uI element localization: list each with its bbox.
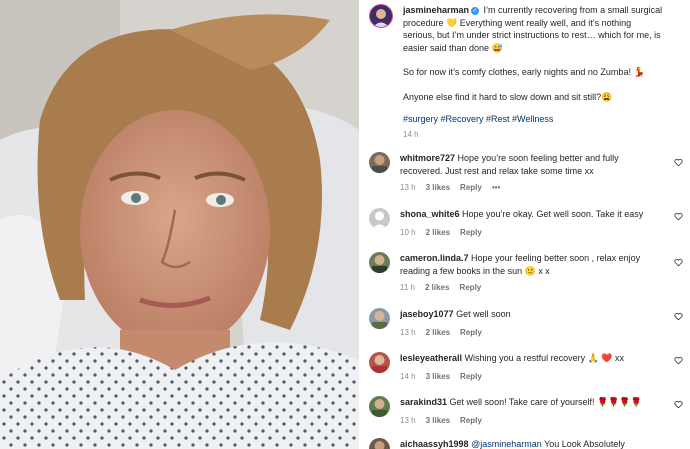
comment-time: 14 h bbox=[400, 372, 416, 381]
post-caption: jasmineharman ✓ I’m currently recovering … bbox=[369, 4, 690, 141]
selfie-illustration bbox=[0, 0, 359, 449]
like-heart-icon[interactable] bbox=[674, 356, 683, 365]
author-username[interactable]: jasmineharman bbox=[403, 5, 469, 15]
comment-text: Wishing you a restful recovery 🙏 ❤️ xx bbox=[464, 353, 625, 363]
caption-hashtags[interactable]: #surgery #Recovery #Rest #Wellness bbox=[403, 113, 665, 126]
comment-item: shona_white6 Hope you’re okay. Get well … bbox=[369, 208, 690, 239]
reply-button[interactable]: Reply bbox=[460, 226, 482, 239]
comment-mention[interactable]: @jasmineharman bbox=[471, 439, 542, 449]
commenter-avatar[interactable] bbox=[369, 252, 390, 273]
comment-time: 13 h bbox=[400, 328, 416, 337]
commenter-avatar[interactable] bbox=[369, 438, 390, 449]
comment-likes[interactable]: 3 likes bbox=[426, 414, 450, 427]
comment-likes[interactable]: 3 likes bbox=[426, 370, 450, 383]
comment-likes[interactable]: 2 likes bbox=[426, 326, 450, 339]
comment-time: 10 h bbox=[400, 228, 416, 237]
like-heart-icon[interactable] bbox=[674, 212, 683, 221]
comment-likes[interactable]: 3 likes bbox=[426, 181, 450, 194]
reply-button[interactable]: Reply bbox=[460, 370, 482, 383]
comment-item: whitmore727 Hope you’re soon feeling bet… bbox=[369, 152, 690, 194]
comment-username[interactable]: cameron.linda.7 bbox=[400, 253, 469, 263]
comment-text: Get well soon bbox=[456, 309, 511, 319]
comment-item: lesleyeatherall Wishing you a restful re… bbox=[369, 352, 690, 383]
like-heart-icon[interactable] bbox=[674, 312, 683, 321]
caption-text: jasmineharman ✓ I’m currently recovering … bbox=[403, 4, 665, 141]
like-heart-icon[interactable] bbox=[674, 400, 683, 409]
commenter-avatar[interactable] bbox=[369, 396, 390, 417]
caption-time: 14 h bbox=[403, 129, 419, 139]
comment-username[interactable]: whitmore727 bbox=[400, 153, 455, 163]
commenter-avatar[interactable] bbox=[369, 308, 390, 329]
comment-text: Hope you’re okay. Get well soon. Take it… bbox=[462, 209, 644, 219]
comment-item: sarakind31 Get well soon! Take care of y… bbox=[369, 396, 690, 427]
post-photo bbox=[0, 0, 359, 449]
like-heart-icon[interactable] bbox=[674, 158, 683, 167]
comment-item: cameron.linda.7 Hope your feeling better… bbox=[369, 252, 690, 294]
like-heart-icon[interactable] bbox=[674, 258, 683, 267]
comment-username[interactable]: aichaassyh1998 bbox=[400, 439, 469, 449]
comment-time: 11 h bbox=[400, 283, 415, 292]
reply-button[interactable]: Reply bbox=[460, 414, 482, 427]
comment-username[interactable]: jaseboy1077 bbox=[400, 309, 454, 319]
commenter-avatar[interactable] bbox=[369, 208, 390, 229]
commenter-avatar[interactable] bbox=[369, 352, 390, 373]
caption-line-3: Anyone else find it hard to slow down an… bbox=[403, 91, 613, 102]
reply-button[interactable]: Reply bbox=[460, 181, 482, 194]
comment-text: You Look Absolutely bbox=[544, 439, 625, 449]
comment-time: 13 h bbox=[400, 416, 416, 425]
reply-button[interactable]: Reply bbox=[459, 281, 481, 294]
commenter-avatar[interactable] bbox=[369, 152, 390, 173]
reply-button[interactable]: Reply bbox=[460, 326, 482, 339]
more-options-icon[interactable]: ••• bbox=[492, 181, 500, 194]
comments-panel: jasmineharman ✓ I’m currently recovering … bbox=[359, 0, 690, 449]
comment-item: aichaassyh1998 @jasmineharman You Look A… bbox=[369, 438, 690, 449]
comment-text: Get well soon! Take care of yourself! 🌹🌹… bbox=[449, 397, 642, 407]
comment-username[interactable]: shona_white6 bbox=[400, 209, 460, 219]
comment-likes[interactable]: 2 likes bbox=[426, 226, 450, 239]
comment-username[interactable]: sarakind31 bbox=[400, 397, 447, 407]
comment-likes[interactable]: 2 likes bbox=[425, 281, 449, 294]
author-avatar[interactable] bbox=[369, 4, 393, 28]
verified-badge-icon: ✓ bbox=[471, 6, 480, 15]
caption-line-2: So for now it’s comfy clothes, early nig… bbox=[403, 67, 645, 77]
comment-username[interactable]: lesleyeatherall bbox=[400, 353, 462, 363]
comment-item: jaseboy1077 Get well soon 13 h 2 likes R… bbox=[369, 308, 690, 339]
comment-time: 13 h bbox=[400, 183, 416, 192]
